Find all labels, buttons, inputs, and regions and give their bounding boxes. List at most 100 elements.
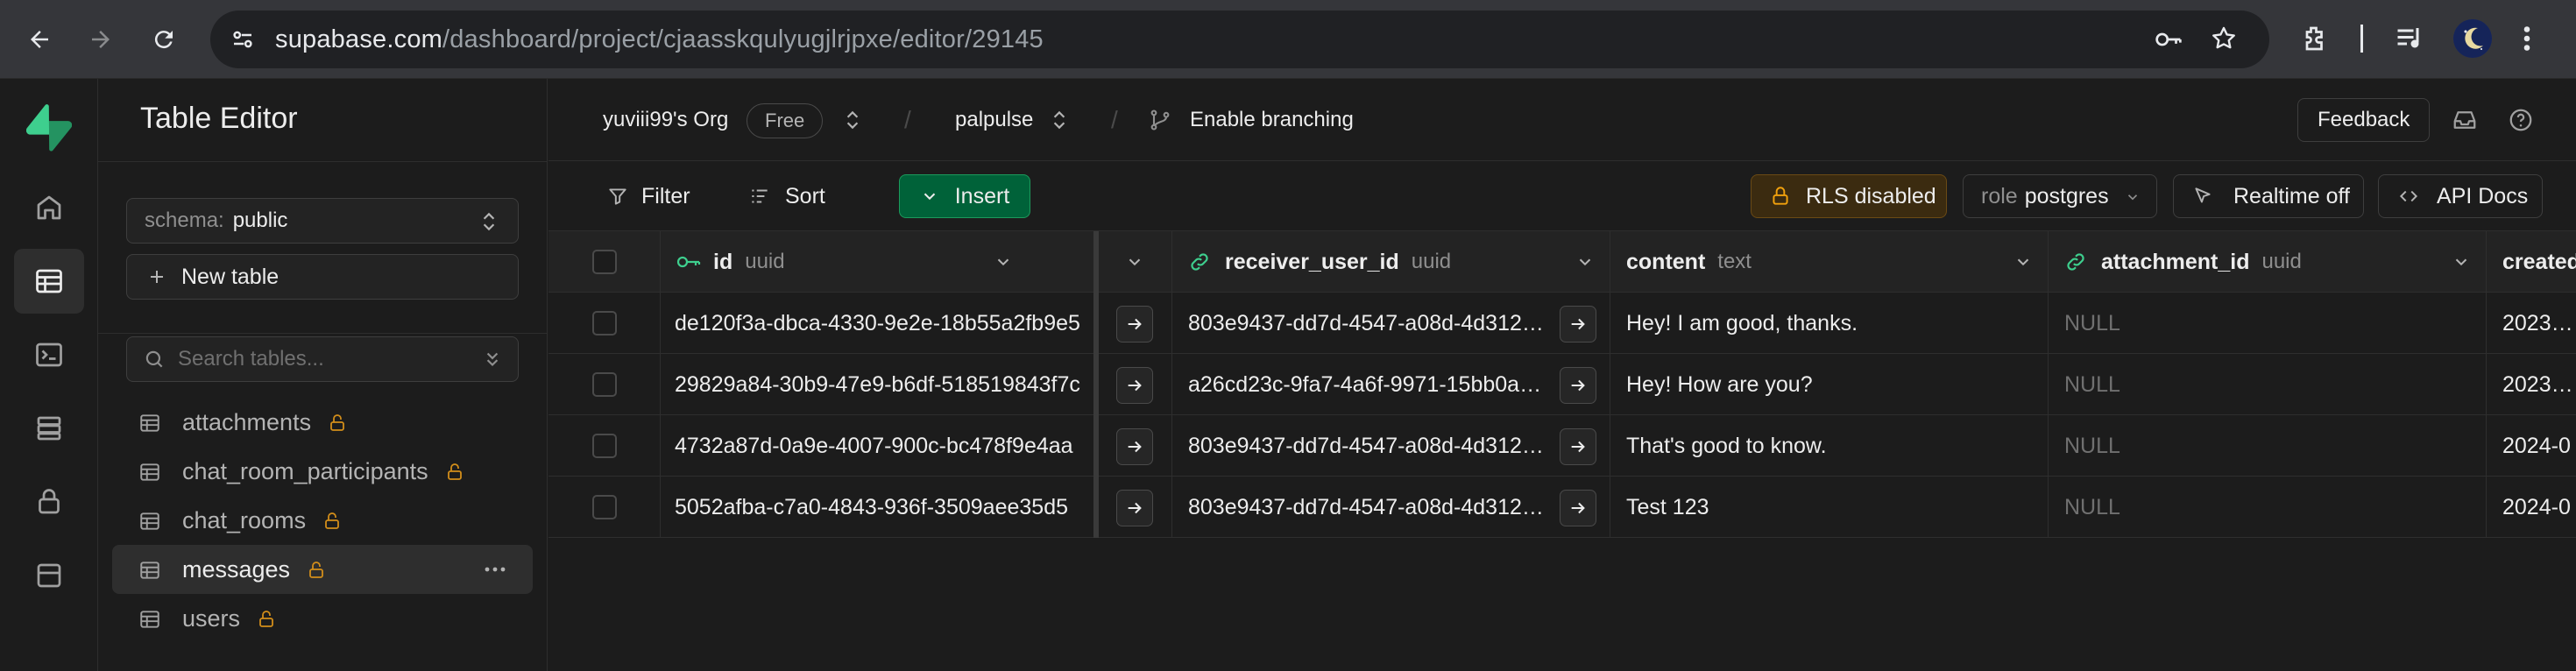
schema-label: schema: <box>145 208 224 232</box>
bookmark-star-icon[interactable] <box>2210 25 2238 53</box>
cell-content[interactable]: Hey! I am good, thanks. <box>1610 293 2049 354</box>
lock-open-icon <box>256 608 277 631</box>
search-tables-input[interactable]: Search tables... <box>126 336 519 382</box>
foreign-key-link-button[interactable] <box>1116 490 1153 526</box>
filter-button[interactable]: Filter <box>598 174 699 218</box>
new-table-button[interactable]: New table <box>126 254 519 300</box>
schema-select[interactable]: schema: public <box>126 198 519 244</box>
project-name[interactable]: palpulse <box>955 79 1033 161</box>
browser-menu-icon[interactable] <box>2522 23 2532 54</box>
rail-storage[interactable] <box>14 543 84 608</box>
cell-id[interactable]: 5052afba-c7a0-4843-936f-3509aee35d5 <box>661 477 1093 538</box>
enable-branching-link[interactable]: Enable branching <box>1190 79 1354 161</box>
row-checkbox[interactable] <box>591 311 617 336</box>
url-domain: supabase.com <box>275 25 443 53</box>
column-header-attachment-id[interactable]: attachment_id uuid <box>2049 231 2487 293</box>
insert-button[interactable]: Insert <box>899 174 1030 218</box>
rail-table-editor[interactable] <box>14 249 84 314</box>
link-icon <box>1191 253 1208 271</box>
foreign-key-link-button[interactable] <box>1116 367 1153 404</box>
sidebar-divider <box>98 161 548 162</box>
back-button[interactable] <box>18 18 61 61</box>
cell-receiver-user-id-text: 803e9437-dd7d-4547-a08d-4d312… <box>1188 310 1544 336</box>
url-path: /dashboard/project/cjaasskqulyugjlrjpxe/… <box>442 25 1044 53</box>
cell-content-text: Hey! How are you? <box>1626 371 1813 397</box>
cell-receiver-user-id[interactable]: 803e9437-dd7d-4547-a08d-4d312… <box>1172 415 1610 477</box>
cell-content[interactable]: Test 123 <box>1610 477 2049 538</box>
sidebar-table-item[interactable]: chat_rooms <box>112 496 533 545</box>
rls-disabled-button[interactable]: RLS disabled <box>1751 174 1947 218</box>
table-icon <box>138 412 161 434</box>
cell-attachment-id[interactable]: NULL <box>2049 415 2487 477</box>
cell-created[interactable]: 2024-0 <box>2487 415 2576 477</box>
cell-created-text: 2023-12 <box>2502 371 2576 397</box>
column-header-receiver-user-id[interactable]: receiver_user_id uuid <box>1172 231 1610 293</box>
url-text[interactable]: supabase.com/dashboard/project/cjaasskqu… <box>275 11 1044 68</box>
cell-attachment-id-text: NULL <box>2064 310 2120 336</box>
sort-button[interactable]: Sort <box>740 174 834 218</box>
more-options-icon[interactable] <box>484 566 506 573</box>
foreign-key-link-button[interactable] <box>1560 490 1596 526</box>
cell-collapsed <box>1099 293 1172 354</box>
media-controls-icon[interactable] <box>2394 23 2425 54</box>
extensions-icon[interactable] <box>2299 23 2331 54</box>
profile-avatar[interactable] <box>2453 19 2492 58</box>
chevron-down-icon <box>2455 258 2467 266</box>
row-checkbox[interactable] <box>591 372 617 397</box>
top-bar: yuviii99's Org Free / palpulse / Enable … <box>548 79 2576 161</box>
column-header-id[interactable]: id uuid <box>661 231 1029 293</box>
address-bar[interactable]: supabase.com/dashboard/project/cjaasskqu… <box>210 11 2269 68</box>
row-checkbox[interactable] <box>591 495 617 519</box>
rail-home[interactable] <box>14 175 84 240</box>
sidebar-table-item[interactable]: attachments <box>112 398 533 447</box>
realtime-button[interactable]: Realtime off <box>2173 174 2364 218</box>
sidebar-table-name: chat_room_participants <box>182 457 428 484</box>
feedback-button[interactable]: Feedback <box>2297 98 2431 142</box>
cell-receiver-user-id-text: 803e9437-dd7d-4547-a08d-4d312… <box>1188 433 1544 458</box>
select-all-checkbox[interactable] <box>591 250 617 274</box>
cell-content[interactable]: Hey! How are you? <box>1610 354 2049 415</box>
foreign-key-link-button[interactable] <box>1116 428 1153 465</box>
password-key-icon[interactable] <box>2154 26 2183 53</box>
cell-receiver-user-id[interactable]: 803e9437-dd7d-4547-a08d-4d312… <box>1172 477 1610 538</box>
lock-icon <box>39 489 60 514</box>
reload-button[interactable] <box>142 18 186 61</box>
foreign-key-link-button[interactable] <box>1116 306 1153 343</box>
row-checkbox[interactable] <box>591 434 617 458</box>
rail-sql-editor[interactable] <box>14 322 84 387</box>
site-settings-icon[interactable] <box>230 26 256 53</box>
column-header-created[interactable]: created <box>2487 231 2576 293</box>
org-name[interactable]: yuviii99's Org <box>603 79 728 161</box>
role-select[interactable]: role postgres <box>1963 174 2157 218</box>
sidebar-table-item[interactable]: chat_room_participants <box>112 447 533 496</box>
cell-created[interactable]: 2023-12 <box>2487 354 2576 415</box>
cell-attachment-id-text: NULL <box>2064 494 2120 519</box>
sidebar-table-name: chat_rooms <box>182 506 307 533</box>
foreign-key-link-button[interactable] <box>1560 428 1596 465</box>
cell-attachment-id[interactable]: NULL <box>2049 354 2487 415</box>
foreign-key-link-button[interactable] <box>1560 367 1596 404</box>
sidebar-table-name: messages <box>182 555 291 583</box>
cell-content[interactable]: That's good to know. <box>1610 415 2049 477</box>
api-docs-button[interactable]: API Docs <box>2378 174 2543 218</box>
cell-collapsed <box>1099 477 1172 538</box>
supabase-logo-icon[interactable] <box>26 103 72 152</box>
cell-id[interactable]: 29829a84-30b9-47e9-b6df-518519843f7c <box>661 354 1093 415</box>
cell-receiver-user-id[interactable]: a26cd23c-9fa7-4a6f-9971-15bb0a… <box>1172 354 1610 415</box>
cell-attachment-id[interactable]: NULL <box>2049 477 2487 538</box>
foreign-key-link-button[interactable] <box>1560 306 1596 343</box>
cell-created[interactable]: 2024-0 <box>2487 477 2576 538</box>
rail-auth[interactable] <box>14 470 84 534</box>
cell-created[interactable]: 2023-12 <box>2487 293 2576 354</box>
sidebar-table-item[interactable]: messages <box>112 545 533 594</box>
sidebar-table-item[interactable]: users <box>112 594 533 643</box>
cell-id[interactable]: de120f3a-dbca-4330-9e2e-18b55a2fb9e5 <box>661 293 1093 354</box>
cell-id[interactable]: 4732a87d-0a9e-4007-900c-bc478f9e4aa <box>661 415 1093 477</box>
link-icon <box>2067 253 2084 271</box>
column-header-collapsed[interactable] <box>1099 231 1172 293</box>
cell-receiver-user-id[interactable]: 803e9437-dd7d-4547-a08d-4d312… <box>1172 293 1610 354</box>
column-header-content[interactable]: content text <box>1610 231 2049 293</box>
rail-database[interactable] <box>14 396 84 461</box>
cell-attachment-id[interactable]: NULL <box>2049 293 2487 354</box>
forward-button[interactable] <box>79 18 123 61</box>
